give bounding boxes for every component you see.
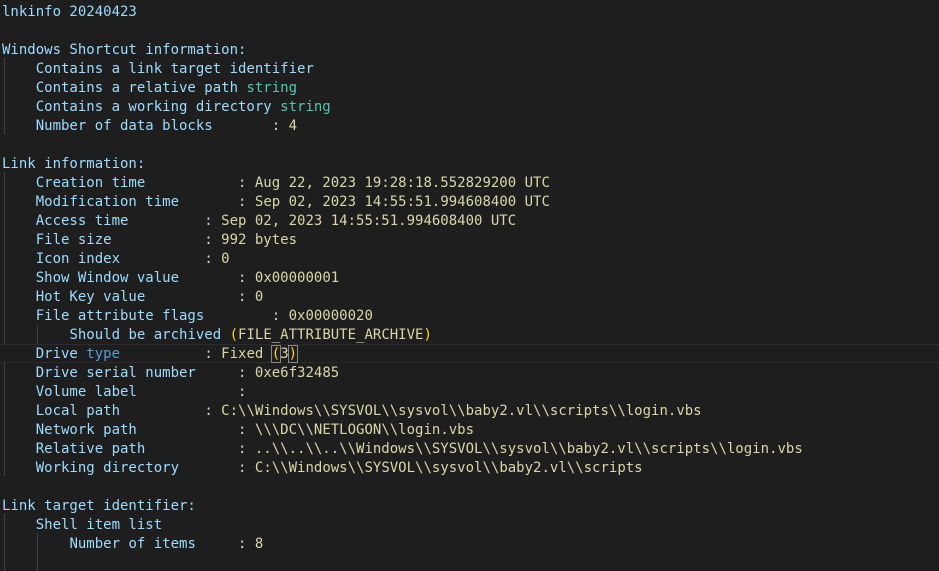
shortcut-heading: Windows Shortcut information: <box>2 42 247 58</box>
value-icon-index: 0 <box>221 251 230 267</box>
label-drive: Drive <box>35 346 87 362</box>
paren-open-highlighted: ( <box>270 345 282 363</box>
line-filesize: File size : 992 bytes <box>35 232 298 248</box>
title-line: lnkinfo 20240423 <box>2 3 137 22</box>
shortcut-heading-line: Windows Shortcut information: <box>2 41 246 60</box>
line-relative-path: Contains a relative path string <box>2 79 297 98</box>
line-link-target: Contains a link target identifier <box>2 60 314 79</box>
tool-title: lnkinfo 20240423 <box>2 4 137 20</box>
label-hot-key: Hot Key value <box>35 289 146 305</box>
value-local-path: C:\\Windows\\SYSVOL\\sysvol\\baby2.vl\\s… <box>221 403 702 419</box>
label-icon-index: Icon index <box>35 251 121 267</box>
line-serial: Drive serial number : 0xe6f32485 <box>35 365 340 381</box>
value-hot-key: 0 <box>254 289 264 305</box>
label-show-window: Show Window value <box>35 270 180 286</box>
value-file-attributes: 0x00000020 <box>288 308 373 324</box>
label-volume-label: Volume label <box>35 384 137 400</box>
sep: : <box>271 118 289 134</box>
type-word-string: string <box>246 80 298 96</box>
line-archived: Should be archived (FILE_ATTRIBUTE_ARCHI… <box>2 326 432 345</box>
label-local-path: Local path <box>35 403 121 419</box>
line-working-dir: Contains a working directory string <box>2 98 331 117</box>
value-number-of-items: 8 <box>254 536 264 552</box>
link-heading: Link information: <box>2 156 146 172</box>
code-editor[interactable]: lnkinfo 20240423 Windows Shortcut inform… <box>0 0 939 571</box>
value-file-size: 992 bytes <box>221 232 298 248</box>
paren-close: ) <box>423 327 432 343</box>
paren-close-highlighted: ) <box>287 345 299 363</box>
line-data-blocks: Number of data blocks : 4 <box>2 117 297 136</box>
label-relative-path: Relative path <box>35 441 146 457</box>
line-creation: Creation time : Aug 22, 2023 19:28:18.55… <box>35 175 550 191</box>
value-drive-type: Fixed <box>221 346 272 362</box>
value-access-time: Sep 02, 2023 14:55:51.994608400 UTC <box>221 213 517 229</box>
paren-open: ( <box>229 327 239 343</box>
line-number-items: Number of items : 8 <box>69 536 264 552</box>
text-relative-prefix: Contains a relative path <box>35 80 247 96</box>
line-volume: Volume label : <box>35 384 247 400</box>
label-data-blocks: Number of data blocks <box>35 118 213 134</box>
line-relative: Relative path : ..\\..\\..\\Windows\\SYS… <box>35 441 803 457</box>
label-shell-item-list: Shell item list <box>35 517 163 533</box>
text-working-prefix: Contains a working directory <box>35 99 281 115</box>
label-creation-time: Creation time <box>35 175 146 191</box>
line-show-window: Show Window value : 0x00000001 <box>35 270 340 286</box>
line-local-path: Local path : C:\\Windows\\SYSVOL\\sysvol… <box>35 403 702 419</box>
label-network-path: Network path <box>35 422 137 438</box>
value-drive-code: 3 <box>280 346 289 362</box>
label-file-size: File size <box>35 232 112 248</box>
label-file-attributes: File attribute flags <box>35 308 205 324</box>
value-serial-number: 0xe6f32485 <box>254 365 340 381</box>
line-hot-key: Hot Key value : 0 <box>35 289 264 305</box>
value-archive-flag: FILE_ATTRIBUTE_ARCHIVE <box>238 327 424 343</box>
label-access-time: Access time <box>35 213 129 229</box>
line-modification: Modification time : Sep 02, 2023 14:55:5… <box>35 194 550 210</box>
line-icon-index: Icon index : 0 <box>35 251 230 267</box>
value-modification-time: Sep 02, 2023 14:55:51.994608400 UTC <box>254 194 550 210</box>
value-creation-time: Aug 22, 2023 19:28:18.552829200 UTC <box>254 175 550 191</box>
label-serial-number: Drive serial number <box>35 365 196 381</box>
target-heading-line: Link target identifier: <box>2 497 196 516</box>
value-network-path: \\\DC\\NETLOGON\\login.vbs <box>254 422 475 438</box>
target-heading: Link target identifier: <box>2 498 196 514</box>
line-shell-list: Shell item list <box>2 516 162 535</box>
value-show-window: 0x00000001 <box>254 270 340 286</box>
line-drive-type[interactable]: Drive type : Fixed (3) <box>2 345 299 364</box>
text-cursor <box>297 345 299 360</box>
line-file-attr: File attribute flags : 0x00000020 <box>35 308 373 324</box>
type-word-string: string <box>280 99 331 115</box>
value-data-blocks: 4 <box>288 118 298 134</box>
text-should-be-archived: Should be archived <box>69 327 230 343</box>
line-network-path: Network path : \\\DC\\NETLOGON\\login.vb… <box>35 422 475 438</box>
link-heading-line: Link information: <box>2 155 145 174</box>
text-link-target: Contains a link target identifier <box>35 61 314 77</box>
value-working-directory: C:\\Windows\\SYSVOL\\sysvol\\baby2.vl\\s… <box>254 460 643 476</box>
value-relative-path: ..\\..\\..\\Windows\\SYSVOL\\sysvol\\bab… <box>254 441 803 457</box>
keyword-type: type <box>86 346 121 362</box>
line-working-directory: Working directory : C:\\Windows\\SYSVOL\… <box>35 460 643 476</box>
label-working-directory: Working directory <box>35 460 180 476</box>
label-modification-time: Modification time <box>35 194 180 210</box>
line-access: Access time : Sep 02, 2023 14:55:51.9946… <box>35 213 517 229</box>
label-number-of-items: Number of items <box>69 536 196 552</box>
